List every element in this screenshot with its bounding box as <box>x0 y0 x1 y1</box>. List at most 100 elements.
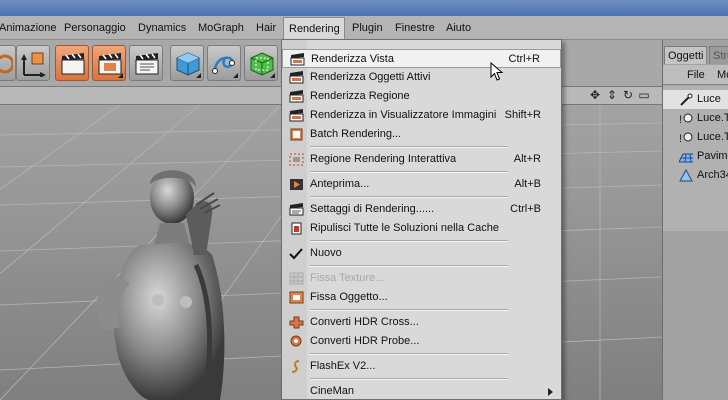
menu-item-label: Fissa Texture... <box>310 272 385 284</box>
menu-item-converti-hdr-probe[interactable]: Converti HDR Probe... <box>282 332 561 351</box>
render-settings-button[interactable] <box>129 45 163 81</box>
menu-item-label: Batch Rendering... <box>310 128 402 140</box>
coordinate-system-button[interactable] <box>16 45 50 81</box>
menu-plugin[interactable]: Plugin <box>352 16 384 40</box>
menu-dynamics[interactable]: Dynamics <box>138 16 190 40</box>
add-nurbs-button[interactable] <box>244 45 278 81</box>
render-picture-viewer-button[interactable] <box>92 45 126 81</box>
hdr-probe-icon <box>290 335 302 347</box>
svg-text:!: ! <box>679 133 682 144</box>
menu-separator <box>310 240 508 242</box>
preview-icon <box>290 179 303 190</box>
clapper-icon <box>290 53 305 66</box>
axis-icon <box>21 52 46 77</box>
menu-item-label: Nuovo <box>310 247 342 259</box>
menu-item-converti-hdr-cross[interactable]: Converti HDR Cross... <box>282 313 561 332</box>
checkmark-icon <box>289 248 303 260</box>
menu-item-anteprima[interactable]: Anteprima... Alt+B <box>282 175 561 194</box>
menu-personaggio[interactable]: Personaggio <box>64 16 128 40</box>
menu-aiuto[interactable]: Aiuto <box>446 16 476 40</box>
submenu-arrow-icon <box>548 388 553 396</box>
object-label: Luce.T <box>697 112 728 124</box>
object-row[interactable]: ! Luce.T <box>663 109 728 128</box>
object-manager-menubar: File Mo <box>663 65 728 85</box>
menu-item-flashex[interactable]: FlashEx V2... <box>282 357 561 376</box>
menu-item-label: Renderizza Vista <box>311 53 394 65</box>
menu-item-label: CineMan <box>310 385 355 397</box>
menu-item-cineman[interactable]: CineMan <box>282 382 561 399</box>
menu-item-batch-rendering[interactable]: Batch Rendering... <box>282 125 561 144</box>
menu-item-label: Regione Rendering Interattiva <box>310 153 457 165</box>
menu-item-label: Settaggi di Rendering...... <box>310 203 435 215</box>
menu-animazione[interactable]: Animazione <box>0 16 56 40</box>
object-manager-panel: Oggetti Strut File Mo Luce ! Luce.T ! Lu… <box>662 40 728 400</box>
menu-separator <box>310 265 508 267</box>
object-row[interactable]: ! Luce.T <box>663 128 728 147</box>
menu-separator <box>310 196 508 198</box>
rotate-tool-button[interactable] <box>0 45 16 81</box>
object-row[interactable]: Arch34 <box>663 166 728 185</box>
batch-icon <box>290 128 303 141</box>
menu-item-label: Renderizza Oggetti Attivi <box>310 71 431 83</box>
menu-item-fissa-oggetto[interactable]: Fissa Oggetto... <box>282 288 561 307</box>
bake-object-icon <box>289 291 304 304</box>
menu-item-label: Converti HDR Probe... <box>310 335 420 347</box>
tab-oggetti[interactable]: Oggetti <box>664 46 708 64</box>
menu-item-label: Renderizza in Visualizzatore Immagini <box>310 109 497 121</box>
object-label: Arch34 <box>697 169 728 181</box>
menu-mograph[interactable]: MoGraph <box>198 16 248 40</box>
menu-item-label: Fissa Oggetto... <box>310 291 388 303</box>
target-light-icon: ! <box>679 113 693 125</box>
menu-item-renderizza-regione[interactable]: Renderizza Regione <box>282 87 561 106</box>
dropdown-corner-icon <box>196 73 201 78</box>
menu-item-ripulisci-cache[interactable]: Ripulisci Tutte le Soluzioni nella Cache <box>282 219 561 238</box>
menu-item-shortcut: Alt+B <box>514 178 541 190</box>
maximize-view-icon[interactable]: ▭ <box>637 88 651 102</box>
clapper-icon <box>135 53 159 75</box>
flush-icon <box>291 222 302 235</box>
bake-texture-icon <box>289 272 304 285</box>
menu-item-renderizza-vista[interactable]: Renderizza Vista Ctrl+R <box>282 49 561 68</box>
menu-item-renderizza-oggetti-attivi[interactable]: Renderizza Oggetti Attivi <box>282 68 561 87</box>
zoom-view-icon[interactable]: ⇕ <box>605 88 619 102</box>
menu-item-label: Converti HDR Cross... <box>310 316 419 328</box>
panel-menu-file[interactable]: File <box>687 65 705 85</box>
window-title-bar <box>0 0 728 16</box>
menu-item-label: Anteprima... <box>310 178 370 190</box>
rotate-view-icon[interactable]: ↻ <box>621 88 635 102</box>
svg-text:!: ! <box>679 114 682 125</box>
hdr-cross-icon <box>289 316 304 329</box>
add-cube-button[interactable] <box>170 45 204 81</box>
menu-item-settaggi-rendering[interactable]: Settaggi di Rendering...... Ctrl+B <box>282 200 561 219</box>
move-view-icon[interactable]: ✥ <box>588 88 602 102</box>
dropdown-corner-icon <box>233 73 238 78</box>
object-row[interactable]: Luce <box>663 90 728 109</box>
menu-separator <box>310 309 508 311</box>
menu-item-fissa-texture: Fissa Texture... <box>282 269 561 288</box>
clapper-icon <box>289 71 304 84</box>
clapper-icon <box>61 53 85 75</box>
light-icon <box>680 93 693 106</box>
menu-item-nuovo[interactable]: Nuovo <box>282 244 561 263</box>
menu-rendering[interactable]: Rendering <box>283 17 345 41</box>
menu-item-shortcut: Ctrl+B <box>510 203 541 215</box>
menu-finestre[interactable]: Finestre <box>395 16 435 40</box>
menu-separator <box>310 171 508 173</box>
menu-separator <box>310 378 508 380</box>
menu-item-shortcut: Ctrl+R <box>508 53 540 65</box>
object-row[interactable]: Pavime <box>663 147 728 166</box>
mouse-cursor-icon <box>490 62 504 81</box>
panel-menu-modifica[interactable]: Mo <box>717 65 728 85</box>
clapper-icon <box>289 109 304 122</box>
menu-hair[interactable]: Hair <box>256 16 280 40</box>
menu-item-regione-rendering-interattiva[interactable]: Regione Rendering Interattiva Alt+R <box>282 150 561 169</box>
region-icon <box>289 153 304 166</box>
menu-item-label: FlashEx V2... <box>310 360 376 372</box>
render-view-button[interactable] <box>55 45 89 81</box>
menu-item-renderizza-visualizzatore[interactable]: Renderizza in Visualizzatore Immagini Sh… <box>282 106 561 125</box>
dropdown-corner-icon <box>270 73 275 78</box>
object-label: Pavime <box>697 150 728 162</box>
add-spline-button[interactable] <box>207 45 241 81</box>
tab-struttura[interactable]: Strut <box>709 46 728 64</box>
menu-item-label: Renderizza Regione <box>310 90 410 102</box>
